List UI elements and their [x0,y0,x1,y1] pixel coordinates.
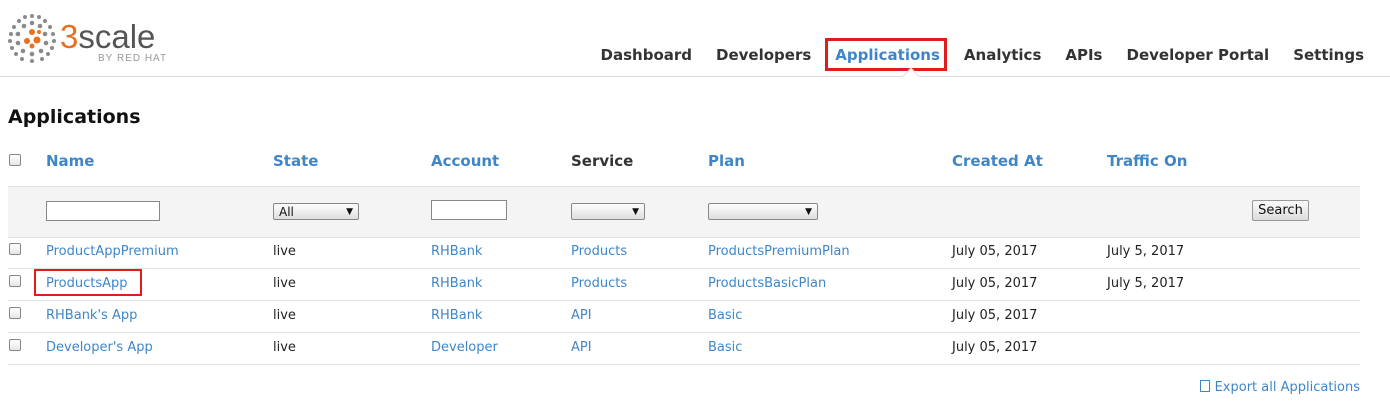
search-button[interactable]: Search [1252,200,1309,221]
account-link[interactable]: Developer [431,340,498,355]
traffic-on: July 5, 2017 [1107,276,1185,291]
account-filter-input[interactable] [431,200,507,220]
plan-link[interactable]: ProductsPremiumPlan [708,244,850,259]
table-row: ProductAppPremium live RHBank Products P… [8,236,1360,269]
nav-settings[interactable]: Settings [1293,46,1364,64]
column-header-traffic-on[interactable]: Traffic On [1107,152,1187,170]
plan-filter-select[interactable]: ▼ [708,203,818,220]
service-filter-select[interactable]: ▼ [571,203,645,220]
plan-link[interactable]: Basic [708,340,742,355]
column-header-service: Service [571,152,634,170]
dropdown-arrow-icon: ▼ [805,207,812,217]
column-header-state[interactable]: State [273,152,318,170]
app-name-link[interactable]: ProductsApp [46,276,128,291]
column-header-created-at[interactable]: Created At [952,152,1043,170]
table-row: ProductsApp live RHBank Products Product… [8,268,1360,301]
filter-row [8,186,1360,238]
service-link[interactable]: API [571,340,592,355]
service-link[interactable]: Products [571,276,627,291]
plan-link[interactable]: ProductsBasicPlan [708,276,826,291]
column-header-name[interactable]: Name [46,152,94,170]
app-state: live [273,276,296,291]
created-at: July 05, 2017 [952,308,1038,323]
nav-developer-portal[interactable]: Developer Portal [1127,46,1270,64]
logo-wordmark: 3scale [60,18,156,55]
logo-dots-icon [8,14,56,63]
table-row: Developer's App live Developer API Basic… [8,332,1360,365]
service-link[interactable]: Products [571,244,627,259]
service-link[interactable]: API [571,308,592,323]
row-checkbox[interactable] [9,243,21,255]
export-label: Export all Applications [1214,380,1360,395]
plan-link[interactable]: Basic [708,308,742,323]
nav-developers[interactable]: Developers [716,46,811,64]
nav-dashboard[interactable]: Dashboard [601,46,692,64]
account-link[interactable]: RHBank [431,276,482,291]
column-header-plan[interactable]: Plan [708,152,745,170]
account-link[interactable]: RHBank [431,308,482,323]
row-checkbox[interactable] [9,275,21,287]
3scale-logo[interactable]: 3scale BY RED HAT [6,12,206,68]
state-filter-select[interactable]: All ▼ [273,203,359,220]
dropdown-arrow-icon: ▼ [346,207,353,217]
nav-analytics[interactable]: Analytics [964,46,1041,64]
created-at: July 05, 2017 [952,276,1038,291]
account-link[interactable]: RHBank [431,244,482,259]
column-header-account[interactable]: Account [431,152,499,170]
app-name-link[interactable]: RHBank's App [46,308,137,323]
row-checkbox[interactable] [9,339,21,351]
app-state: live [273,340,296,355]
created-at: July 05, 2017 [952,340,1038,355]
state-filter-value: All [279,205,294,219]
dropdown-arrow-icon: ▼ [632,207,639,217]
app-state: live [273,308,296,323]
main-nav: Dashboard Developers Applications Analyt… [577,38,1364,71]
name-filter-input[interactable] [46,201,160,221]
logo-subtitle: BY RED HAT [98,53,168,64]
table-row: RHBank's App live RHBank API Basic July … [8,300,1360,333]
created-at: July 05, 2017 [952,244,1038,259]
export-all-applications-link[interactable]: Export all Applications [1199,379,1360,395]
row-checkbox[interactable] [9,307,21,319]
highlight-box [825,38,947,71]
app-name-link[interactable]: ProductAppPremium [46,244,179,259]
traffic-on: July 5, 2017 [1107,244,1185,259]
select-all-checkbox[interactable] [9,154,21,166]
app-state: live [273,244,296,259]
document-icon [1199,380,1210,392]
nav-applications[interactable]: Applications [825,38,947,71]
top-header: 3scale BY RED HAT Dashboard Developers A… [0,0,1390,77]
app-name-link[interactable]: Developer's App [46,340,153,355]
page-title: Applications [8,106,141,128]
nav-apis[interactable]: APIs [1065,46,1102,64]
